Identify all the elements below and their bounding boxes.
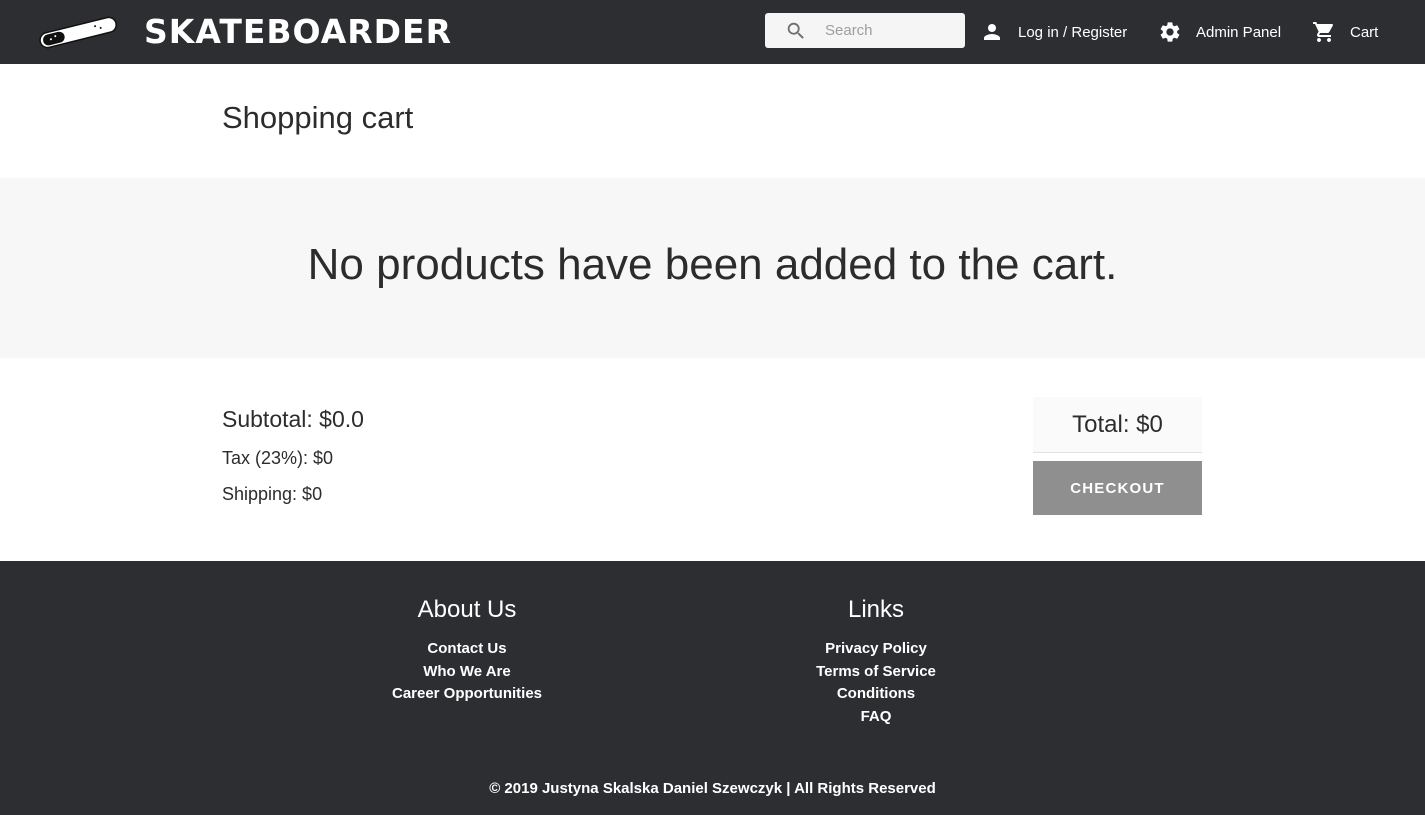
shipping-text: Shipping: $0 <box>222 484 323 504</box>
footer-link-contact-us[interactable]: Contact Us <box>317 638 617 661</box>
footer-link-conditions[interactable]: Conditions <box>726 683 1026 706</box>
page-title: Shopping cart <box>222 100 414 135</box>
footer-links-column: Links Privacy Policy Terms of Service Co… <box>726 596 1026 728</box>
footer-about-column: About Us Contact Us Who We Are Career Op… <box>317 596 617 706</box>
nav-login-label: Log in / Register <box>1018 23 1128 41</box>
copyright-text: © 2019 Justyna Skalska Daniel Szewczyk |… <box>489 780 936 797</box>
gear-icon <box>1160 22 1180 42</box>
footer-link-who-we-are[interactable]: Who We Are <box>317 661 617 684</box>
nav-admin-panel[interactable]: Admin Panel <box>1158 0 1281 64</box>
footer-about-heading: About Us <box>417 596 517 623</box>
footer: About Us Contact Us Who We Are Career Op… <box>0 561 1425 815</box>
total-box: Total: $0 <box>1033 397 1202 453</box>
footer-link-privacy-policy[interactable]: Privacy Policy <box>726 638 1026 661</box>
tax-text: Tax (23%): $0 <box>222 448 334 468</box>
empty-cart-panel: No products have been added to the cart. <box>0 178 1425 358</box>
nav-admin-label: Admin Panel <box>1196 23 1282 41</box>
empty-cart-message: No products have been added to the cart. <box>307 240 1118 289</box>
footer-link-career-opportunities[interactable]: Career Opportunities <box>317 683 617 706</box>
cart-icon <box>1313 22 1334 42</box>
search-box[interactable] <box>765 13 965 48</box>
nav-cart[interactable]: Cart <box>1312 0 1378 64</box>
footer-link-faq[interactable]: FAQ <box>726 706 1026 729</box>
nav-login-register[interactable]: Log in / Register <box>980 0 1127 64</box>
person-icon <box>984 24 1000 40</box>
footer-link-terms-of-service[interactable]: Terms of Service <box>726 661 1026 684</box>
skateboard-logo-icon[interactable] <box>36 14 120 50</box>
search-icon[interactable] <box>785 20 807 42</box>
nav-cart-label: Cart <box>1350 23 1379 41</box>
footer-links-heading: Links <box>847 596 905 623</box>
brand-name[interactable]: SKATEBOARDER <box>144 12 452 52</box>
search-input[interactable] <box>825 13 960 48</box>
total-text: Total: $0 <box>1072 410 1163 438</box>
subtotal-text: Subtotal: $0.0 <box>222 406 364 432</box>
checkout-button[interactable]: CHECKOUT <box>1033 461 1202 515</box>
top-navbar: SKATEBOARDER Log in / Register Admin Pan… <box>0 0 1425 64</box>
